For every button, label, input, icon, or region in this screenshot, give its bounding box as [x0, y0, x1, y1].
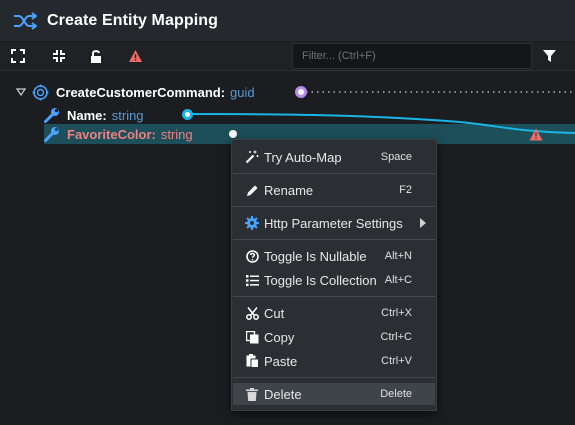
pencil-icon — [245, 183, 259, 197]
menu-separator — [233, 206, 435, 207]
show-warnings-button[interactable] — [124, 45, 146, 67]
tree-node-favoritecolor[interactable]: FavoriteColor: string — [44, 124, 193, 144]
filter-button[interactable] — [538, 45, 560, 67]
menu-item-toggle-is-collection[interactable]: Toggle Is Collection Alt+C — [233, 269, 435, 291]
favoritecolor-field-label: FavoriteColor: — [67, 126, 156, 142]
wrench-icon — [44, 106, 62, 124]
favoritecolor-field-type: string — [160, 126, 193, 142]
menu-separator — [233, 377, 435, 378]
menu-item-copy[interactable]: Copy Ctrl+C — [233, 326, 435, 348]
menu-item-paste[interactable]: Paste Ctrl+V — [233, 350, 435, 372]
root-type: guid — [230, 84, 255, 100]
menu-item-toggle-is-nullable[interactable]: Toggle Is Nullable Alt+N — [233, 245, 435, 267]
wrench-icon — [44, 125, 62, 143]
root-name: CreateCustomerCommand: — [56, 84, 226, 100]
collapse-icon — [53, 50, 65, 62]
paste-icon — [245, 354, 259, 368]
menu-separator — [233, 239, 435, 240]
scissors-icon — [245, 306, 259, 320]
tree-node-name[interactable]: Name: string — [44, 105, 144, 125]
funnel-icon — [542, 50, 556, 62]
menu-item-cut[interactable]: Cut Ctrl+X — [233, 302, 435, 324]
expand-all-button[interactable] — [7, 45, 29, 67]
collapse-all-button[interactable] — [48, 45, 70, 67]
menu-item-try-auto-map[interactable]: Try Auto-Map Space — [233, 146, 435, 168]
expand-icon — [11, 49, 25, 63]
warning-icon — [529, 128, 543, 146]
trash-icon — [245, 387, 259, 401]
title-bar: Create Entity Mapping — [0, 0, 575, 42]
menu-separator — [233, 173, 435, 174]
command-icon — [32, 83, 50, 101]
window-title: Create Entity Mapping — [47, 11, 219, 29]
filter-input[interactable]: Filter... (Ctrl+F) — [292, 43, 532, 69]
unlock-button[interactable] — [85, 45, 107, 67]
submenu-arrow-icon — [420, 218, 426, 228]
menu-item-http-parameter-settings[interactable]: Http Parameter Settings — [233, 212, 435, 234]
context-menu: Try Auto-Map Space Rename F2 Http Parame… — [231, 139, 437, 411]
name-field-label: Name: — [67, 107, 107, 123]
question-circle-icon — [245, 249, 259, 263]
favoritecolor-mapping-port[interactable] — [229, 130, 237, 138]
gear-icon — [245, 216, 259, 230]
unlock-icon — [91, 49, 101, 63]
name-mapping-port[interactable] — [182, 109, 193, 120]
warning-icon — [128, 50, 142, 62]
shuffle-icon — [13, 11, 39, 31]
name-field-type: string — [111, 107, 144, 123]
tree-node-root[interactable]: CreateCustomerCommand: guid — [14, 82, 255, 102]
root-mapping-port[interactable] — [295, 86, 307, 98]
list-icon — [245, 273, 259, 287]
expand-triangle-icon[interactable] — [14, 85, 28, 99]
copy-icon — [245, 330, 259, 344]
menu-item-rename[interactable]: Rename F2 — [233, 179, 435, 201]
menu-item-delete[interactable]: Delete Delete — [233, 383, 435, 405]
magic-wand-icon — [245, 150, 259, 164]
menu-separator — [233, 296, 435, 297]
